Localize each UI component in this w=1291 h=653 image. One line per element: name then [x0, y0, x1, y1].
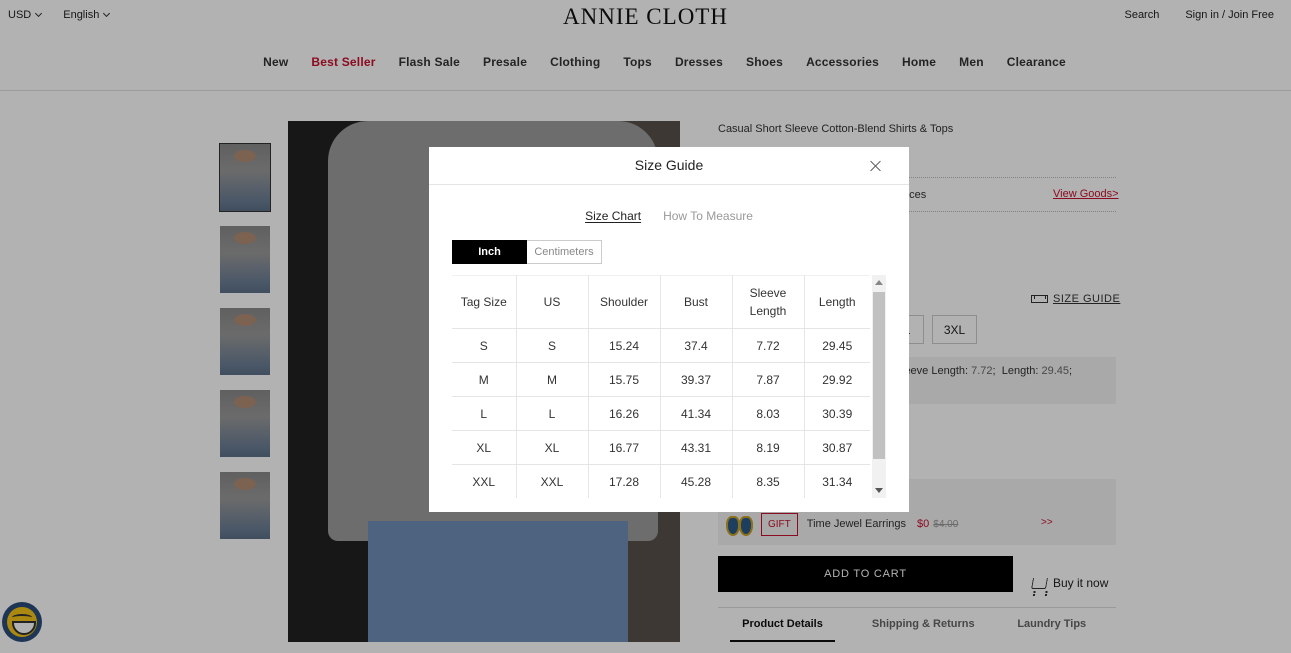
table-cell: 17.28: [588, 464, 661, 498]
column-header: US: [516, 275, 589, 329]
tab-size-chart[interactable]: Size Chart: [585, 209, 641, 223]
table-cell: 39.37: [660, 362, 733, 397]
table-cell: 31.34: [804, 464, 870, 498]
table-cell: 15.75: [588, 362, 661, 397]
table-row: M M 15.75 39.37 7.87 29.92: [452, 362, 870, 397]
table-scrollbar[interactable]: [872, 275, 886, 498]
table-cell: XL: [516, 430, 589, 465]
table-cell: 41.34: [660, 396, 733, 431]
scrollbar-thumb[interactable]: [873, 292, 885, 459]
unit-toggle: Inch Centimeters: [452, 240, 602, 264]
column-header: Bust: [660, 275, 733, 329]
size-table-container: Tag Size US Shoulder Bust Sleeve Length …: [452, 275, 886, 498]
table-cell: M: [516, 362, 589, 397]
table-cell: 30.39: [804, 396, 870, 431]
table-row: XL XL 16.77 43.31 8.19 30.87: [452, 430, 870, 465]
modal-title: Size Guide: [634, 157, 704, 173]
table-cell: XXL: [452, 464, 517, 498]
table-cell: 45.28: [660, 464, 733, 498]
table-row: L L 16.26 41.34 8.03 30.39: [452, 396, 870, 431]
table-cell: 29.45: [804, 328, 870, 363]
tab-how-to-measure[interactable]: How To Measure: [663, 209, 753, 223]
table-cell: S: [452, 328, 517, 363]
table-cell: S: [516, 328, 589, 363]
scroll-down-arrow-icon[interactable]: [875, 488, 883, 493]
table-cell: 7.87: [732, 362, 805, 397]
modal-tabs: Size Chart How To Measure: [429, 209, 909, 223]
table-cell: M: [452, 362, 517, 397]
table-cell: 30.87: [804, 430, 870, 465]
unit-centimeters-button[interactable]: Centimeters: [527, 240, 602, 264]
table-cell: 16.26: [588, 396, 661, 431]
size-table: Tag Size US Shoulder Bust Sleeve Length …: [452, 275, 870, 498]
size-guide-modal: Size Guide Size Chart How To Measure Inc…: [429, 147, 909, 512]
table-row: S S 15.24 37.4 7.72 29.45: [452, 328, 870, 363]
unit-inch-button[interactable]: Inch: [452, 240, 527, 264]
table-cell: 8.03: [732, 396, 805, 431]
table-cell: XXL: [516, 464, 589, 498]
table-cell: 43.31: [660, 430, 733, 465]
table-cell: XL: [452, 430, 517, 465]
close-icon[interactable]: [870, 160, 882, 172]
modal-header: Size Guide: [429, 147, 909, 185]
table-cell: L: [452, 396, 517, 431]
table-cell: 8.35: [732, 464, 805, 498]
table-row: XXL XXL 17.28 45.28 8.35 31.34: [452, 464, 870, 498]
column-header: Shoulder: [588, 275, 661, 329]
table-cell: 37.4: [660, 328, 733, 363]
table-cell: 8.19: [732, 430, 805, 465]
scroll-up-arrow-icon[interactable]: [875, 280, 883, 285]
table-cell: 7.72: [732, 328, 805, 363]
table-cell: 29.92: [804, 362, 870, 397]
table-cell: 15.24: [588, 328, 661, 363]
table-cell: L: [516, 396, 589, 431]
table-cell: 16.77: [588, 430, 661, 465]
column-header: Tag Size: [452, 275, 517, 329]
column-header: Length: [804, 275, 870, 329]
column-header: Sleeve Length: [732, 275, 805, 329]
table-header-row: Tag Size US Shoulder Bust Sleeve Length …: [452, 275, 870, 329]
